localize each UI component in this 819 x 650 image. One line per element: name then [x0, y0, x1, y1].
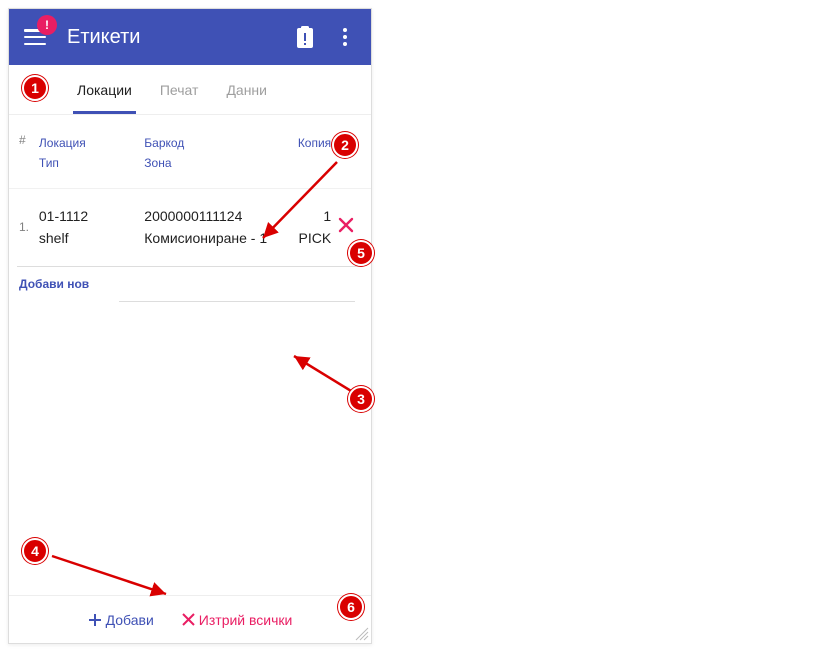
add-button-label: Добави — [106, 612, 154, 628]
resize-grip-icon[interactable] — [355, 627, 369, 641]
col-header-barcode: Баркод — [144, 133, 281, 153]
add-new-input[interactable] — [9, 295, 371, 302]
annotation-5: 5 — [348, 240, 374, 266]
arrow-icon — [255, 158, 345, 258]
tab-locations[interactable]: Локации — [63, 65, 146, 114]
close-icon — [182, 613, 195, 626]
row-location: 01-1112 — [39, 205, 144, 227]
footer-bar: Добави Изтрий всички — [9, 595, 371, 643]
tabs-bar: Локации Печат Данни — [9, 65, 371, 115]
more-button[interactable] — [325, 17, 365, 57]
row-type: shelf — [39, 227, 144, 249]
app-header: ! Етикети — [9, 9, 371, 65]
clipboard-icon — [295, 26, 315, 48]
annotation-2: 2 — [332, 132, 358, 158]
menu-button[interactable]: ! — [15, 17, 55, 57]
row-index: 1. — [19, 220, 39, 234]
add-new-label: Добави нов — [9, 267, 371, 295]
tab-data[interactable]: Данни — [212, 65, 281, 114]
add-button[interactable]: Добави — [88, 612, 154, 628]
plus-icon — [88, 613, 102, 627]
annotation-3: 3 — [348, 386, 374, 412]
col-header-location: Локация — [39, 133, 144, 153]
col-header-type: Тип — [39, 153, 144, 173]
page-title: Етикети — [67, 26, 285, 49]
annotation-6: 6 — [338, 594, 364, 620]
more-vertical-icon — [343, 28, 347, 46]
mobile-app-frame: ! Етикети Локации Печат Данни # Локация — [8, 8, 372, 644]
col-header-index: # — [19, 133, 39, 174]
delete-all-label: Изтрий всички — [199, 612, 293, 628]
delete-all-button[interactable]: Изтрий всички — [182, 612, 293, 628]
alert-badge: ! — [37, 15, 57, 35]
annotation-1: 1 — [22, 75, 48, 101]
col-header-copies: Копия — [281, 133, 331, 153]
tab-print[interactable]: Печат — [146, 65, 213, 114]
arrow-icon — [48, 552, 178, 602]
annotation-4: 4 — [22, 538, 48, 564]
clipboard-button[interactable] — [285, 17, 325, 57]
